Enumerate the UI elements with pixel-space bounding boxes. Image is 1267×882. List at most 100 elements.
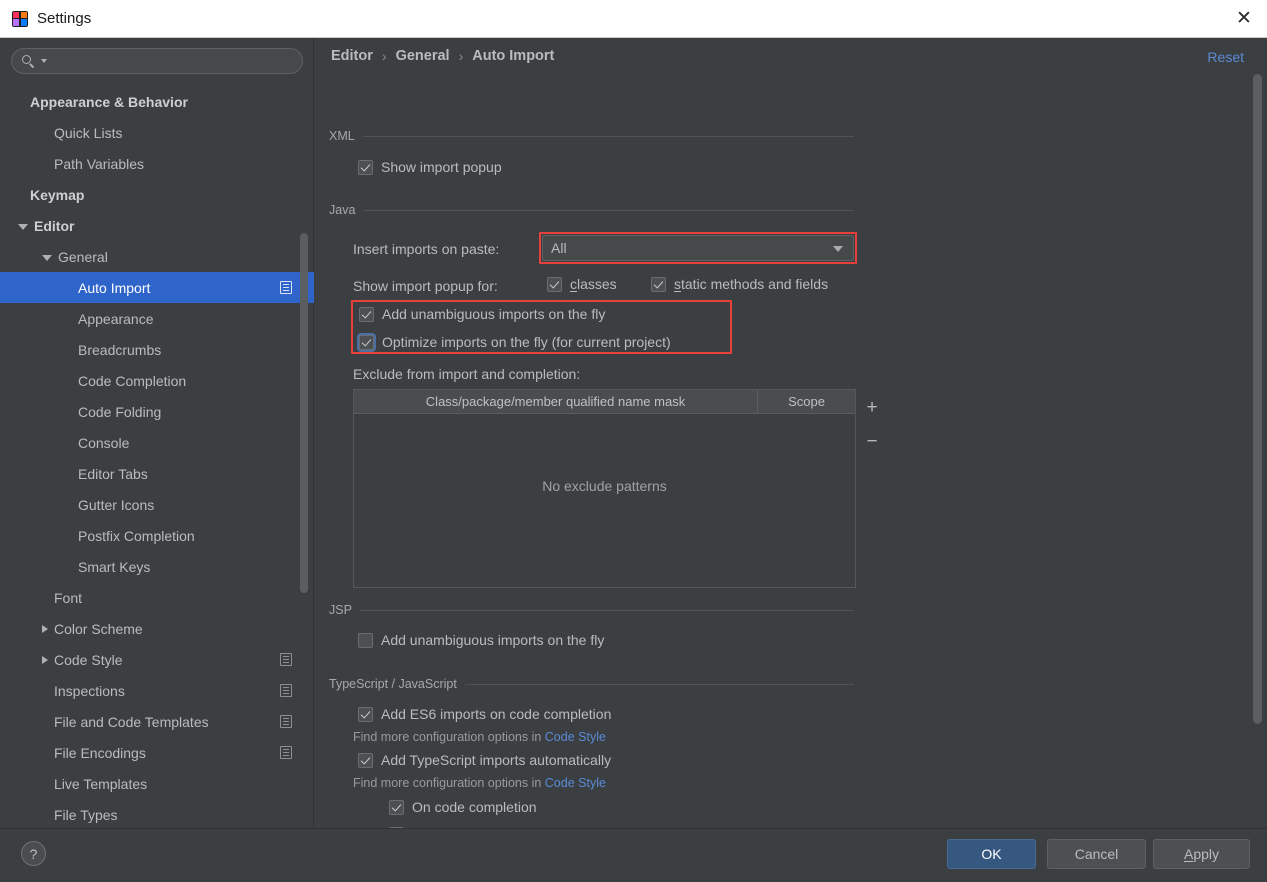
search-input[interactable]: [47, 53, 302, 69]
breadcrumb-item-general[interactable]: General: [396, 48, 450, 64]
breadcrumb-item-editor[interactable]: Editor: [331, 48, 373, 64]
insert-imports-on-paste-dropdown[interactable]: All: [542, 235, 854, 261]
checkbox-box-icon[interactable]: [358, 752, 373, 768]
hint-text: Find more configuration options in: [353, 776, 545, 790]
sidebar-item-console[interactable]: Console: [0, 427, 314, 458]
checkbox-label: Add ES6 imports on code completion: [381, 706, 612, 722]
settings-main-panel: Editor › General › Auto Import Reset XML…: [315, 38, 1267, 828]
group-label-java: Java: [329, 203, 356, 217]
main-scrollbar[interactable]: [1252, 38, 1263, 828]
sidebar-item-file-types[interactable]: File Types: [0, 799, 314, 828]
copy-settings-icon[interactable]: [280, 715, 292, 728]
breadcrumb-item-auto-import: Auto Import: [472, 48, 555, 64]
sidebar-item-appearance[interactable]: Appearance: [0, 303, 314, 334]
sidebar-item-editor[interactable]: Editor: [0, 210, 314, 241]
sidebar-item-label: Editor Tabs: [78, 465, 148, 482]
copy-settings-icon[interactable]: [280, 653, 292, 666]
chevron-right-icon[interactable]: [42, 655, 48, 664]
sidebar-item-label: Code Completion: [78, 372, 187, 389]
checkbox-box-icon[interactable]: [389, 799, 404, 815]
checkbox-box-icon[interactable]: [359, 334, 374, 350]
label-exclude-from-import: Exclude from import and completion:: [353, 366, 581, 382]
checkbox-java-add-unambiguous[interactable]: Add unambiguous imports on the fly: [359, 306, 605, 322]
sidebar-item-live-templates[interactable]: Live Templates: [0, 768, 314, 799]
add-exclude-pattern-button[interactable]: +: [861, 396, 883, 418]
sidebar-item-label: Auto Import: [78, 279, 151, 296]
checkbox-box-icon[interactable]: [358, 706, 373, 722]
checkbox-label: Add unambiguous imports on the fly: [382, 306, 606, 322]
sidebar-item-editor-tabs[interactable]: Editor Tabs: [0, 458, 314, 489]
settings-sidebar: Appearance & Behavior Quick Lists Path Var…: [0, 38, 314, 828]
sidebar-item-file-and-code-templates[interactable]: File and Code Templates: [0, 706, 314, 737]
sidebar-item-font[interactable]: Font: [0, 582, 314, 613]
table-column-header-scope[interactable]: Scope: [758, 390, 855, 413]
title-bar: Settings ✕: [0, 0, 1267, 38]
sidebar-item-file-encodings[interactable]: File Encodings: [0, 737, 314, 768]
settings-window: Settings ✕ Appearance & Behavior Quick Li…: [0, 0, 1267, 882]
remove-exclude-pattern-button[interactable]: −: [861, 430, 883, 452]
sidebar-item-auto-import[interactable]: Auto Import: [0, 272, 314, 303]
code-style-link[interactable]: Code Style: [545, 776, 606, 790]
ok-button[interactable]: OK: [947, 839, 1036, 869]
mnemonic-letter: c: [570, 276, 577, 292]
group-header-xml: XML: [329, 128, 854, 144]
checkbox-java-optimize-imports[interactable]: Optimize imports on the fly (for current…: [359, 334, 671, 350]
sidebar-item-color-scheme[interactable]: Color Scheme: [0, 613, 314, 644]
help-button[interactable]: ?: [21, 841, 46, 866]
code-style-link[interactable]: Code Style: [545, 730, 606, 744]
chevron-down-icon[interactable]: [18, 223, 28, 230]
copy-settings-icon[interactable]: [280, 281, 292, 294]
sidebar-scrollbar-thumb[interactable]: [300, 233, 308, 593]
reset-link[interactable]: Reset: [1207, 49, 1244, 65]
sidebar-item-code-completion[interactable]: Code Completion: [0, 365, 314, 396]
search-field[interactable]: [11, 48, 303, 74]
checkbox-label: Optimize imports on the fly (for current…: [382, 334, 671, 350]
sidebar-item-appearance-behavior[interactable]: Appearance & Behavior: [0, 86, 314, 117]
checkbox-popup-classes[interactable]: classes: [547, 276, 617, 292]
cancel-button[interactable]: Cancel: [1047, 839, 1146, 869]
chevron-down-icon[interactable]: [42, 254, 52, 261]
chevron-down-icon[interactable]: [833, 246, 843, 252]
checkbox-box-icon[interactable]: [547, 276, 562, 292]
sidebar-item-path-variables[interactable]: Path Variables: [0, 148, 314, 179]
sidebar-item-quick-lists[interactable]: Quick Lists: [0, 117, 314, 148]
close-icon[interactable]: ✕: [1221, 0, 1267, 37]
sidebar-item-inspections[interactable]: Inspections: [0, 675, 314, 706]
sidebar-item-gutter-icons[interactable]: Gutter Icons: [0, 489, 314, 520]
checkbox-popup-static-methods[interactable]: static methods and fields: [651, 276, 828, 292]
sidebar-item-label: File and Code Templates: [54, 713, 209, 730]
sidebar-item-label: Quick Lists: [54, 124, 123, 141]
sidebar-item-code-folding[interactable]: Code Folding: [0, 396, 314, 427]
checkbox-box-icon[interactable]: [359, 306, 374, 322]
group-label-xml: XML: [329, 129, 355, 143]
sidebar-item-label: Code Folding: [78, 403, 162, 420]
main-scrollbar-thumb[interactable]: [1253, 74, 1262, 724]
sidebar-item-smart-keys[interactable]: Smart Keys: [0, 551, 314, 582]
sidebar-scrollbar[interactable]: [299, 86, 309, 828]
sidebar-item-label: Console: [78, 434, 130, 451]
chevron-right-icon[interactable]: [42, 624, 48, 633]
exclude-patterns-table[interactable]: Class/package/member qualified name mask…: [353, 389, 856, 588]
sidebar-item-code-style[interactable]: Code Style: [0, 644, 314, 675]
sidebar-item-postfix-completion[interactable]: Postfix Completion: [0, 520, 314, 551]
checkbox-xml-show-import-popup[interactable]: Show import popup: [358, 159, 502, 175]
checkbox-box-icon[interactable]: [358, 632, 373, 648]
checkbox-jsp-add-unambiguous[interactable]: Add unambiguous imports on the fly: [358, 632, 604, 648]
group-header-jsp: JSP: [329, 602, 854, 618]
checkbox-add-typescript-imports[interactable]: Add TypeScript imports automatically: [358, 752, 611, 768]
sidebar-item-keymap[interactable]: Keymap: [0, 179, 314, 210]
copy-settings-icon[interactable]: [280, 746, 292, 759]
sidebar-item-label: Gutter Icons: [78, 496, 155, 513]
apply-button[interactable]: Apply: [1153, 839, 1250, 869]
sidebar-item-general[interactable]: General: [0, 241, 314, 272]
checkbox-add-es6-imports[interactable]: Add ES6 imports on code completion: [358, 706, 611, 722]
checkbox-box-icon[interactable]: [358, 159, 373, 175]
sidebar-item-label: Color Scheme: [54, 620, 143, 637]
breadcrumb: Editor › General › Auto Import: [331, 48, 554, 64]
table-column-header-mask[interactable]: Class/package/member qualified name mask: [354, 390, 758, 413]
checkbox-box-icon[interactable]: [651, 276, 666, 292]
copy-settings-icon[interactable]: [280, 684, 292, 697]
sidebar-item-label: File Encodings: [54, 744, 146, 761]
checkbox-on-code-completion[interactable]: On code completion: [389, 799, 537, 815]
sidebar-item-breadcrumbs[interactable]: Breadcrumbs: [0, 334, 314, 365]
